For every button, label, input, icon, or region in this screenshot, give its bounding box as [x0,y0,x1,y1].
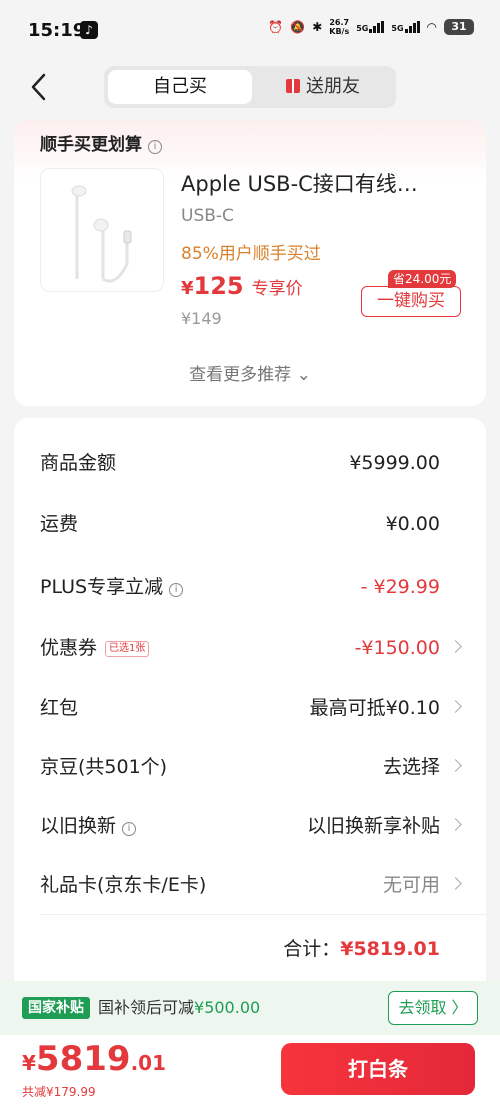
tab-send-friend[interactable]: 送朋友 [254,70,392,104]
row-red-packet[interactable]: 红包 最高可抵¥0.10 [40,693,462,723]
chevron-right-icon [449,759,462,772]
chevron-right-icon [449,640,462,653]
more-recommend-link[interactable]: 查看更多推荐 ⌄ [14,360,486,385]
mute-icon: 🔕 [290,20,306,34]
plus-value: - ¥29.99 [360,576,440,598]
recommend-card: 顺手买更划算 i Apple USB-C接口有线… USB-C 85%用户顺手买过… [14,120,486,406]
pay-decimal: .01 [130,1051,166,1075]
shipping-label: 运费 [40,513,79,535]
status-bar: 15:19 ♪ ⏰ 🔕 ✱ 26.7 KB/s 5G 5G ◠ 31 [0,0,500,60]
price-symbol: ¥ [181,278,194,299]
jingdou-value: 去选择 [382,756,440,778]
row-jingdou[interactable]: 京豆(共501个) 去选择 [40,752,462,782]
row-coupon[interactable]: 优惠券 已选1张 -¥150.00 [40,633,462,663]
giftcard-value: 无可用 [382,874,440,896]
row-gift-card[interactable]: 礼品卡(京东卡/E卡) 无可用 [40,870,462,900]
coupon-label-text: 优惠券 [40,637,98,659]
coupon-selected-tag: 已选1张 [105,641,150,657]
pay-symbol: ¥ [22,1051,36,1075]
recommend-title-text: 顺手买更划算 [40,135,142,155]
divider [40,914,486,915]
gift-icon [286,79,300,93]
pay-total: ¥5819.01 [22,1039,166,1079]
tradein-label-text: 以旧换新 [40,815,117,837]
info-icon[interactable]: i [122,822,137,836]
status-icons: ⏰ 🔕 ✱ 26.7 KB/s 5G 5G ◠ 31 [268,18,474,36]
row-trade-in[interactable]: 以旧换新 i 以旧换新享补贴 [40,811,462,841]
order-summary-card: 商品金额 ¥5999.00 运费 ¥0.00 PLUS专享立减 i - ¥29.9… [14,418,486,998]
subsidy-badge: 国家补贴 [22,997,90,1019]
status-time: 15:19 [28,20,86,41]
battery-icon: 31 [444,19,474,35]
price-tag: 专享价 [251,279,303,299]
alarm-icon: ⏰ [268,20,284,34]
purchase-mode-switch: 自己买 送朋友 [104,66,396,108]
signal-2: 5G [391,21,420,33]
redpacket-label: 红包 [40,697,79,719]
giftcard-label: 礼品卡(京东卡/E卡) [40,874,207,896]
save-badge: 省24.00元 [388,270,457,288]
original-price: ¥149 [181,309,222,328]
info-icon[interactable]: i [169,583,184,597]
wifi-icon: ◠ [426,20,437,34]
redpacket-value: 最高可抵¥0.10 [309,697,440,719]
signal-bars-icon [369,21,385,33]
recommend-title: 顺手买更划算 i [40,130,162,155]
coupon-value: -¥150.00 [354,637,440,659]
signal-1-label: 5G [356,24,369,33]
product-users-text: 85%用户顺手买过 [181,244,321,264]
tiktok-icon: ♪ [80,21,98,39]
product-image[interactable] [40,168,164,292]
shipping-value: ¥0.00 [385,513,440,535]
tradein-value: 以旧换新享补贴 [306,815,440,837]
tab-send-friend-label: 送朋友 [306,76,360,97]
pay-saved: 共减¥179.99 [22,1085,96,1099]
chevron-right-icon [449,877,462,890]
more-recommend-label: 查看更多推荐 [189,365,292,385]
coupon-label: 优惠券 已选1张 [40,633,150,663]
total-value: ¥5819.01 [340,938,440,960]
row-plus-discount: PLUS专享立减 i - ¥29.99 [40,572,460,602]
chevron-right-icon [449,700,462,713]
info-icon[interactable]: i [148,140,162,154]
pay-baitiao-button[interactable]: 打白条 [281,1043,475,1095]
plus-label: PLUS专享立减 i [40,572,184,602]
product-spec: USB-C [181,206,234,226]
net-speed-unit: KB/s [329,27,350,36]
subsidy-text-label: 国补领后可减 [98,998,195,1017]
back-arrow-icon[interactable] [28,72,52,102]
tradein-label: 以旧换新 i [40,811,137,841]
one-click-buy-button[interactable]: 一键购买 [361,286,461,317]
price-value: 125 [193,272,244,300]
claim-subsidy-button[interactable]: 去领取 〉 [388,991,478,1025]
goods-label: 商品金额 [40,452,117,474]
goods-value: ¥5999.00 [349,452,440,474]
signal-1: 5G [356,21,385,33]
order-total: 合计：¥5819.01 [283,934,440,961]
subsidy-amount: ¥500.00 [194,998,261,1017]
product-price: ¥125 专享价 [181,272,303,300]
subsidy-text: 国补领后可减¥500.00 [98,997,260,1019]
bluetooth-icon: ✱ [312,20,323,34]
chevron-right-icon [449,818,462,831]
pay-integer: 5819 [35,1039,131,1079]
jingdou-label: 京豆(共501个) [40,756,168,778]
earphones-icon [71,185,132,283]
net-speed-value: 26.7 [329,18,350,27]
row-goods-amount: 商品金额 ¥5999.00 [40,448,460,478]
product-name[interactable]: Apple USB-C接口有线… [181,168,418,198]
plus-label-text: PLUS专享立减 [40,576,164,598]
tab-self-buy[interactable]: 自己买 [108,70,252,104]
signal-2-label: 5G [391,24,404,33]
signal-bars-icon [404,21,420,33]
checkout-bar: ¥5819.01 共减¥179.99 打白条 [0,1035,500,1111]
net-speed: 26.7 KB/s [329,18,349,36]
total-label: 合计： [283,938,341,960]
subsidy-bar: 国家补贴 国补领后可减¥500.00 去领取 〉 [0,981,500,1035]
header: 自己买 送朋友 [0,60,500,120]
chevron-down-icon: ⌄ [296,365,311,385]
row-shipping: 运费 ¥0.00 [40,509,460,539]
